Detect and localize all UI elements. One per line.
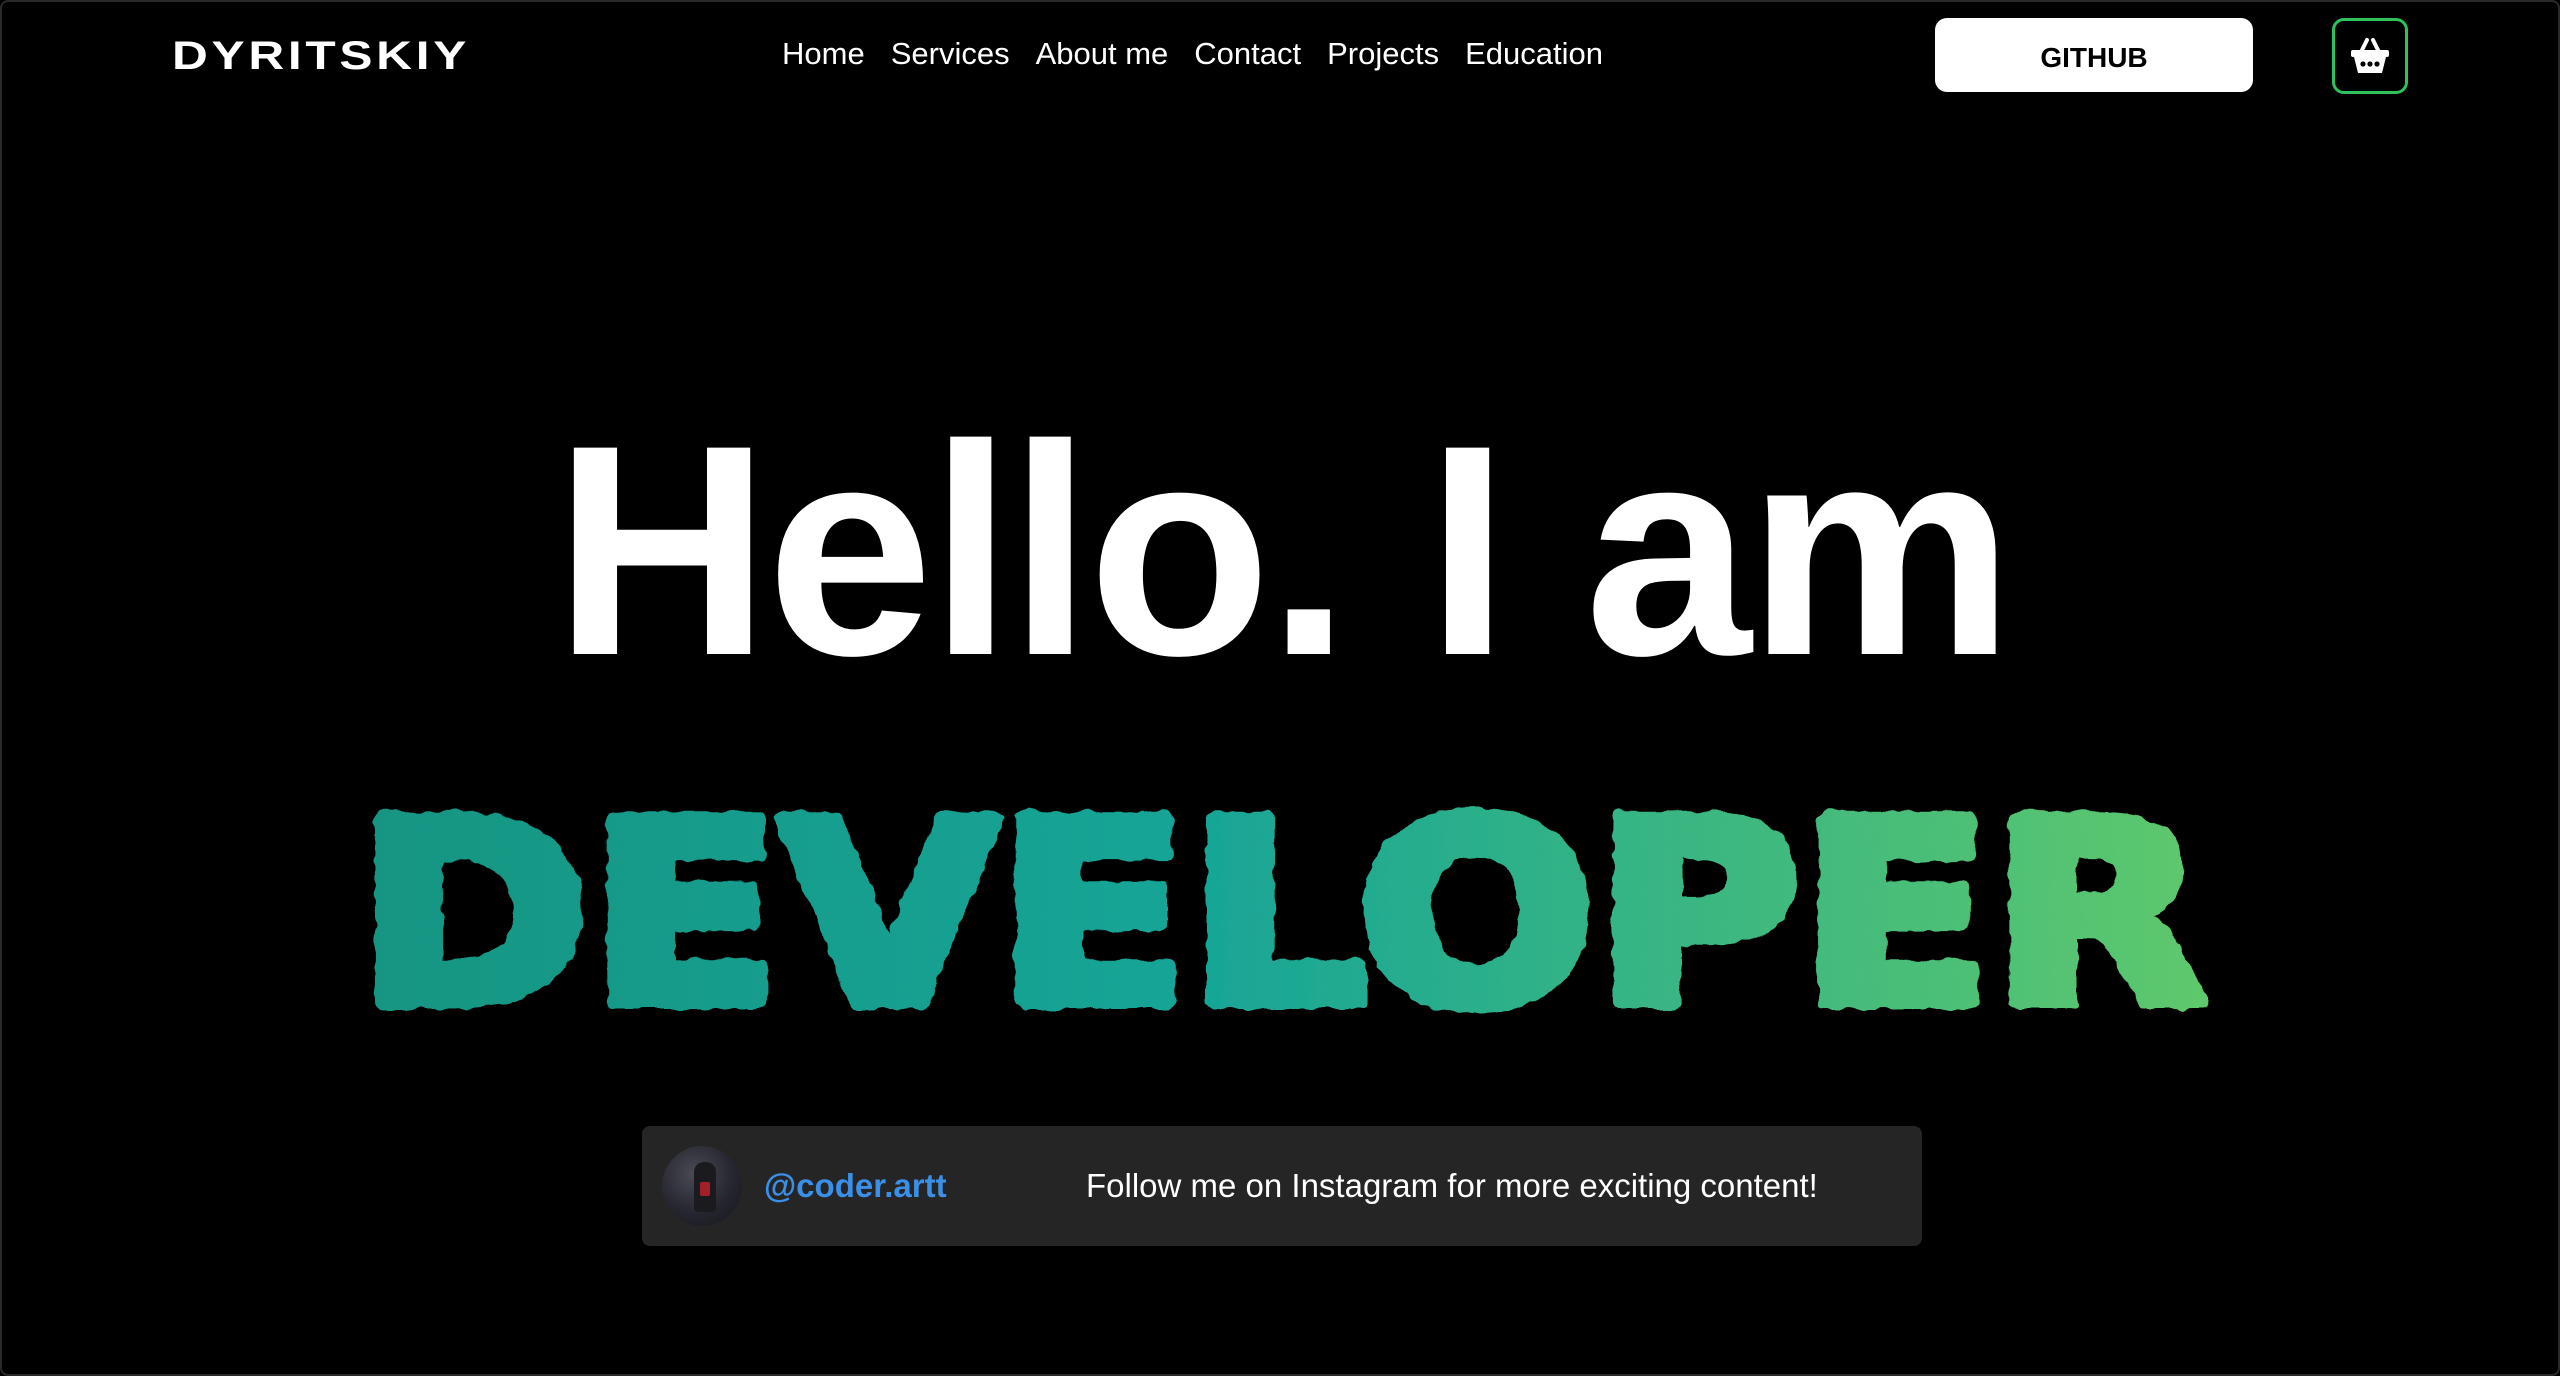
cart-button[interactable] xyxy=(2332,18,2408,94)
logo-text: DYRITSKIY xyxy=(172,38,470,72)
basket-icon xyxy=(2351,38,2389,73)
main-nav: Home Services About me Contact Projects … xyxy=(782,32,1629,76)
hero-greeting: Hello. I am xyxy=(553,382,2014,718)
instagram-banner: @coder.artt Follow me on Instagram for m… xyxy=(642,1126,1922,1246)
nav-home[interactable]: Home xyxy=(782,32,865,76)
instagram-message: Follow me on Instagram for more exciting… xyxy=(1086,1167,1818,1204)
site-logo[interactable]: DYRITSKIY xyxy=(172,38,472,72)
hero-role-text: DEVELOPER xyxy=(357,782,2207,1022)
avatar[interactable] xyxy=(662,1146,742,1226)
browser-viewport: DYRITSKIY Home Services About me Contact… xyxy=(0,0,2560,1376)
logo-wordmark: DYRITSKIY xyxy=(172,38,470,72)
nav-about-me[interactable]: About me xyxy=(1036,32,1169,76)
nav-education[interactable]: Education xyxy=(1465,32,1603,76)
nav-contact[interactable]: Contact xyxy=(1194,32,1301,76)
hero-role-word: DEVELOPER xyxy=(350,782,2214,1022)
github-button[interactable]: GITHUB xyxy=(1935,18,2253,92)
nav-projects[interactable]: Projects xyxy=(1327,32,1439,76)
nav-services[interactable]: Services xyxy=(891,32,1010,76)
avatar-figure xyxy=(694,1162,716,1212)
instagram-handle-link[interactable]: @coder.artt xyxy=(764,1164,947,1208)
